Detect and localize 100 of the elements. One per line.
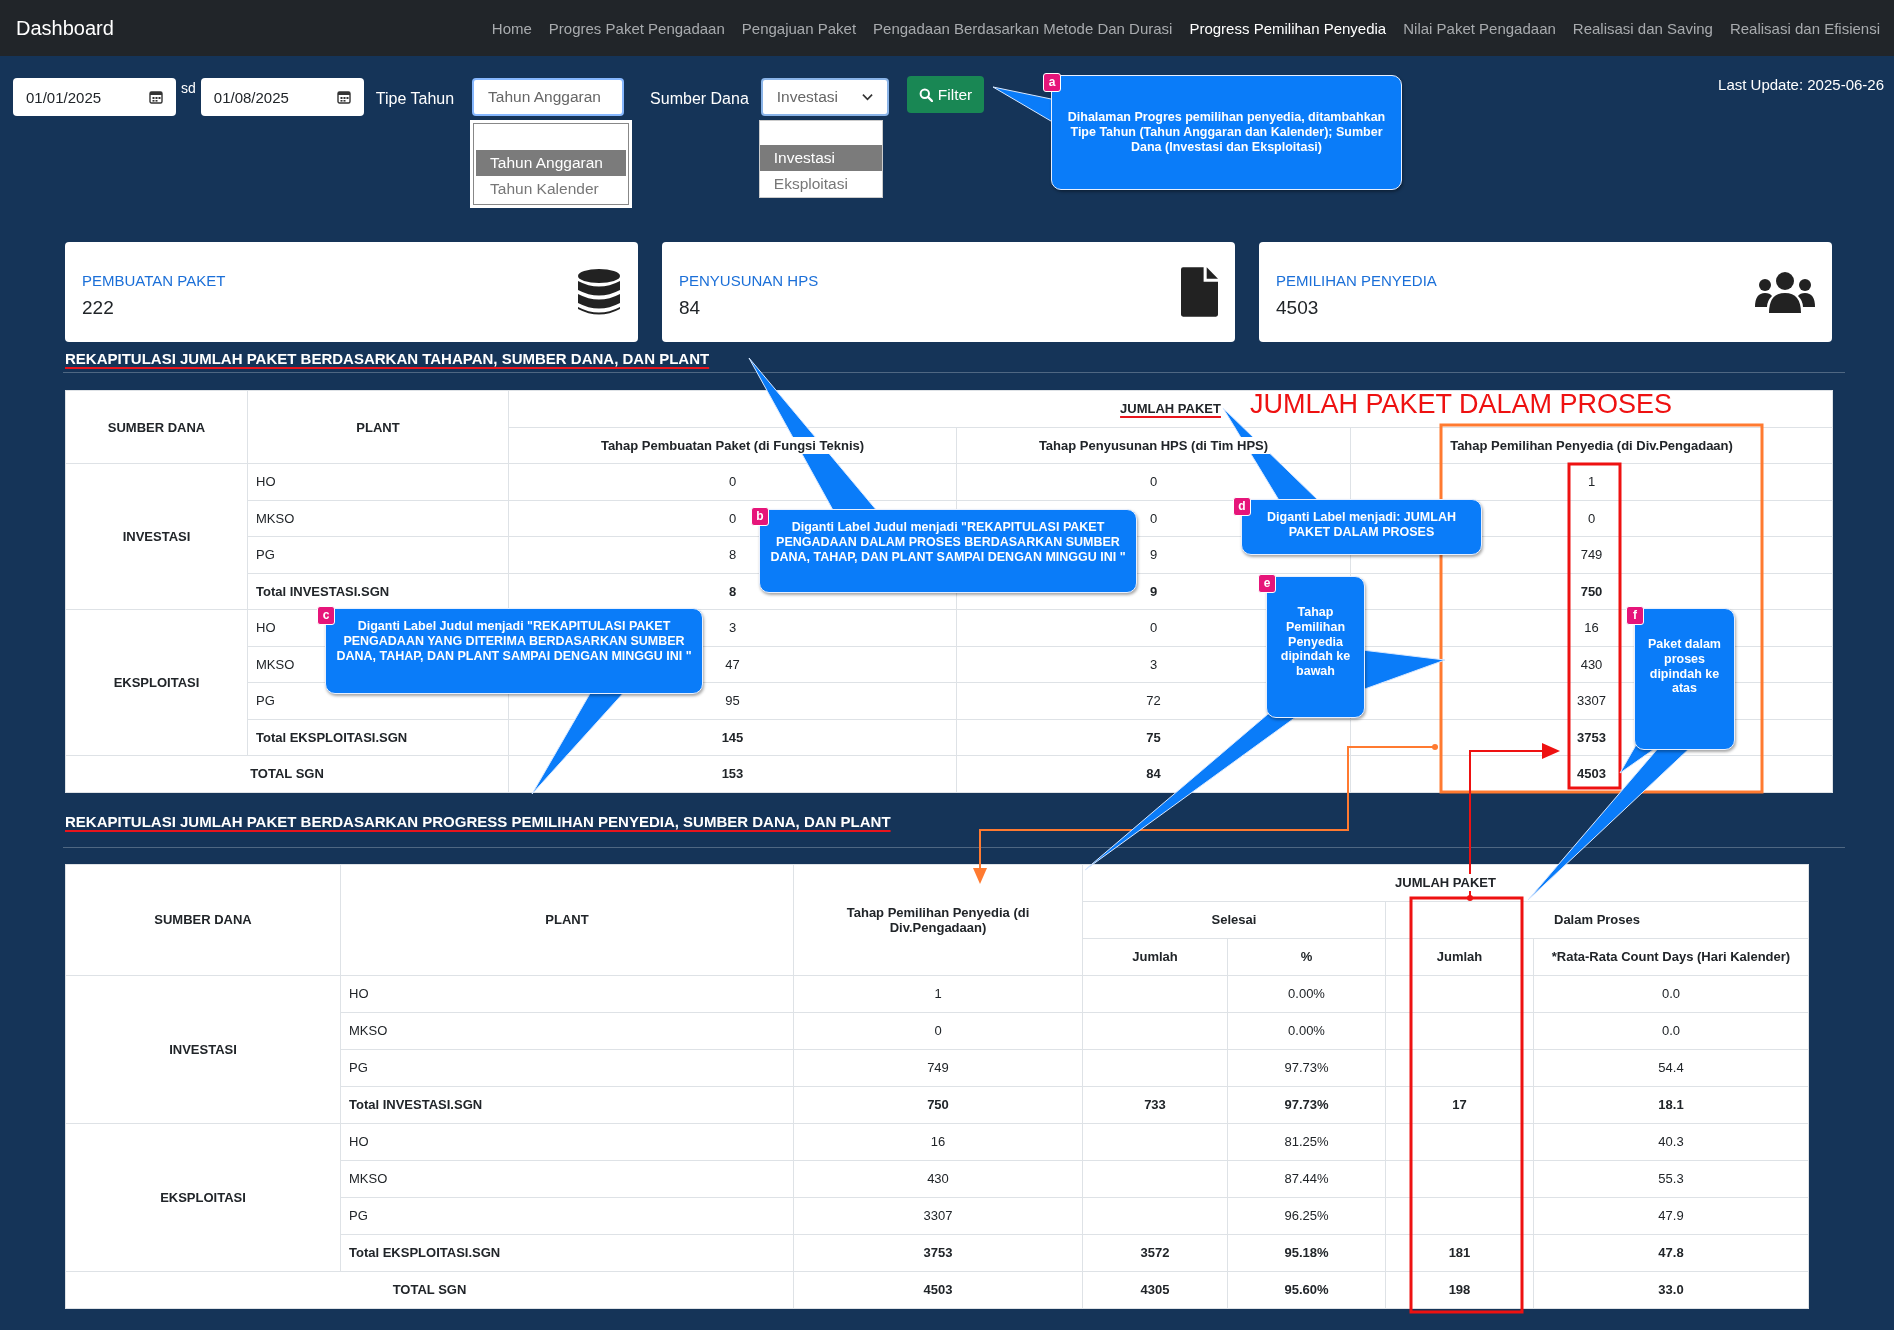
column-header: Tahap Pemilihan Penyedia (di Div.Pengadaan) [1350,427,1833,464]
table-cell: 198 [1385,1271,1534,1308]
nav-link[interactable]: Pengadaan Berdasarkan Metode Dan Durasi [873,19,1173,37]
table-cell: 4305 [1082,1271,1228,1308]
nav-link[interactable]: Nilai Paket Pengadaan [1403,19,1556,37]
table-cell: 47.9 [1533,1197,1809,1234]
table-cell: 0.0 [1533,975,1809,1012]
table-cell: 54.4 [1533,1049,1809,1086]
table-cell: 3572 [1082,1234,1228,1271]
calendar-icon [336,90,351,104]
table-cell: 750 [793,1086,1083,1123]
group-cell: EKSPLOITASI [65,609,248,756]
users-icon [1755,271,1815,313]
column-header: Jumlah [1385,938,1534,975]
document-icon [1181,267,1218,317]
table-cell: MKSO [340,1012,794,1049]
callout-badge: c [317,606,335,625]
column-header: *Rata-Rata Count Days (Hari Kalender) [1533,938,1809,975]
group-cell: EKSPLOITASI [65,1123,341,1271]
table-cell: HO [340,975,794,1012]
column-header: Selesai [1082,901,1386,938]
table-cell: 733 [1082,1086,1228,1123]
column-header: Dalam Proses [1385,901,1809,938]
table-cell: 95.18% [1227,1234,1386,1271]
table-cell: 81.25% [1227,1123,1386,1160]
table-cell: 430 [793,1160,1083,1197]
brand-title[interactable]: Dashboard [16,16,114,40]
dropdown-option[interactable]: Eksploitasi [759,171,882,197]
column-header: SUMBER DANA [65,864,341,975]
field-label: Tipe Tahun [375,89,455,108]
table-cell: 95.60% [1227,1271,1386,1308]
callout-badge: e [1258,574,1276,593]
annotation-heading: JUMLAH PAKET DALAM PROSES [1250,389,1673,420]
table-cell: 16 [793,1123,1083,1160]
date-separator: sd [181,80,196,96]
table-cell: 4503 [793,1271,1083,1308]
table-cell: 1 [793,975,1083,1012]
nav-link[interactable]: Progress Pemilihan Penyedia [1189,19,1387,37]
dropdown-option[interactable]: Tahun Kalender [476,176,627,202]
database-icon [577,267,621,317]
last-update-text: Last Update: 2025-06-26 [1718,76,1884,93]
group-cell: INVESTASI [65,975,341,1123]
filter-button[interactable]: Filter [906,76,985,113]
callout-badge: b [751,507,769,526]
table-cell: 96.25% [1227,1197,1386,1234]
table-cell: PG [340,1197,794,1234]
card-value: 4503 [1276,296,1320,319]
table-cell: 47.8 [1533,1234,1809,1271]
table-cell: 97.73% [1227,1049,1386,1086]
nav-link[interactable]: Progres Paket Pengadaan [548,19,725,37]
chevron-down-icon [861,93,873,101]
dropdown-option[interactable]: Tahun Anggaran [476,150,627,176]
date-field[interactable]: 01/01/2025 [13,78,176,116]
section-title: REKAPITULASI JUMLAH PAKET BERDASARKAN PROGRESS PEMILIHAN PENYEDIA, SUMBER DANA, DAN PLANT [65,812,892,831]
date-field[interactable]: 01/08/2025 [200,78,364,116]
dropdown-option[interactable]: Investasi [759,145,882,171]
table-cell: 18.1 [1533,1086,1809,1123]
section-title: REKAPITULASI JUMLAH PAKET BERDASARKAN TAHAPAN, SUMBER DANA, DAN PLANT [65,350,711,368]
card-value: 84 [679,296,702,319]
table-cell: 87.44% [1227,1160,1386,1197]
fund-source-select[interactable]: Investasi [760,78,889,116]
table-cell: 55.3 [1533,1160,1809,1197]
table-cell: Total EKSPLOITASI.SGN [247,719,509,756]
table-cell: 33.0 [1533,1271,1809,1308]
table-cell: 0 [793,1012,1083,1049]
field-label: Sumber Dana [650,89,749,108]
card-title: PENYUSUNAN HPS [679,271,819,289]
table-cell: 40.3 [1533,1123,1809,1160]
table-cell: 3753 [793,1234,1083,1271]
table-cell: 3307 [793,1197,1083,1234]
table-cell: HO [340,1123,794,1160]
table-cell: 0.00% [1227,1012,1386,1049]
column-header: PLANT [247,390,509,464]
table-cell: 749 [793,1049,1083,1086]
callout-badge: f [1626,606,1644,625]
column-header: % [1227,938,1386,975]
table-cell: 0.0 [1533,1012,1809,1049]
nav-link[interactable]: Pengajuan Paket [741,19,857,37]
table-cell: Total INVESTASI.SGN [340,1086,794,1123]
calendar-icon [149,90,163,104]
table-cell: PG [340,1049,794,1086]
nav-link[interactable]: Realisasi dan Efisiensi [1729,19,1880,37]
column-header: Jumlah [1082,938,1228,975]
card-title: PEMILIHAN PENYEDIA [1276,271,1437,289]
table-cell: MKSO [340,1160,794,1197]
column-header: JUMLAH PAKET [1082,864,1809,901]
search-icon [918,87,933,102]
nav-link[interactable]: Home [491,19,532,37]
table-cell: PG [247,536,509,573]
column-header: PLANT [340,864,794,975]
year-type-select[interactable]: Tahun Anggaran [472,78,625,116]
card-title: PEMBUATAN PAKET [82,271,226,289]
table-cell: 97.73% [1227,1086,1386,1123]
table-cell: TOTAL SGN [65,755,509,792]
table-cell: TOTAL SGN [65,1271,794,1308]
table-cell: HO [247,463,509,500]
callout-badge: a [1043,73,1061,92]
nav-link[interactable]: Realisasi dan Saving [1572,19,1713,37]
table-cell: 181 [1385,1234,1534,1271]
table-cell: 17 [1385,1086,1534,1123]
